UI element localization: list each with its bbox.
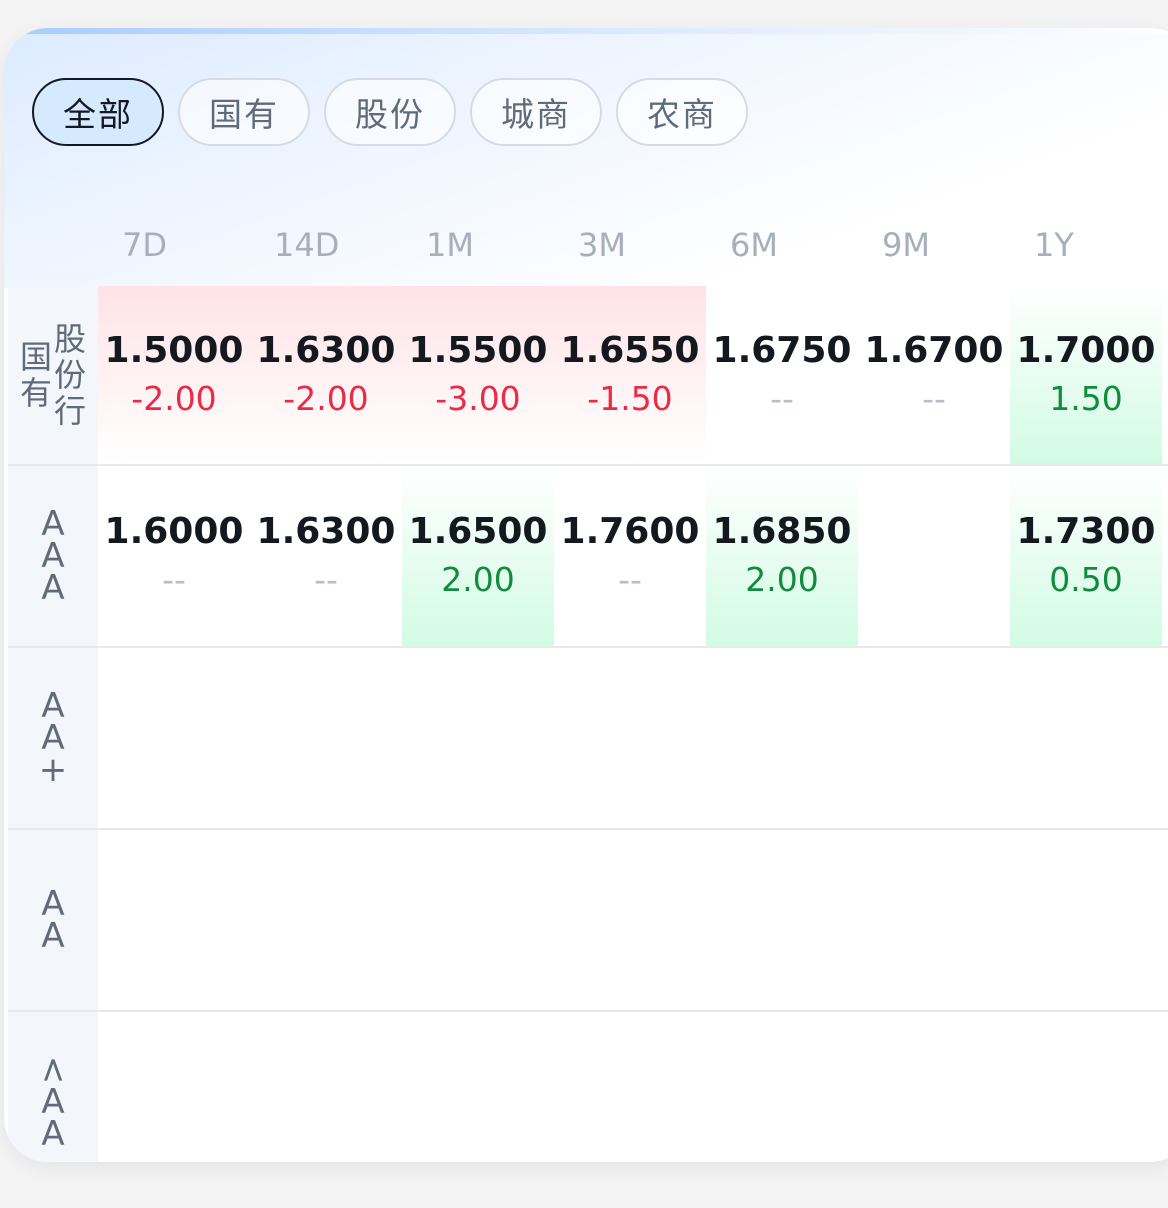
rate-card: 全部 国有 股份 城商 农商 7D 14D 1M 3M 6M 9M 1Y 国有股份行 1.5000 -2… xyxy=(4,28,1168,1162)
rate-cell[interactable]: 1.5000 -2.00 xyxy=(98,286,250,464)
row-label-char: 行 xyxy=(54,392,87,430)
rate-change: 0.50 xyxy=(1049,560,1123,599)
rate-cell[interactable] xyxy=(250,648,402,828)
rate-cell[interactable] xyxy=(98,648,250,828)
rate-cell[interactable] xyxy=(554,648,706,828)
rating-row: AA xyxy=(8,830,1168,1012)
row-label-left: 国有 xyxy=(20,339,52,411)
rate-change: -3.00 xyxy=(435,379,521,418)
rating-row: A A A 1.6000 -- 1.6300 -- 1.6500 2.00 1.7600 -- 1.6… xyxy=(8,466,1168,648)
row-label: 国有股份行 xyxy=(8,286,98,464)
rate-cell[interactable]: 1.6500 2.00 xyxy=(402,466,554,646)
rate-value: 1.6300 xyxy=(256,511,396,552)
rate-cell[interactable] xyxy=(98,830,250,1010)
rate-change: -2.00 xyxy=(131,379,217,418)
rate-cell[interactable] xyxy=(98,1012,250,1162)
rate-cell[interactable]: 1.6750 -- xyxy=(706,286,858,464)
rate-cell[interactable] xyxy=(1010,830,1162,1010)
rate-cell[interactable] xyxy=(858,466,1010,646)
row-label-char: 国 xyxy=(19,338,52,376)
row-label-char: A xyxy=(41,1114,65,1154)
rate-change: -- xyxy=(314,560,338,599)
rating-row: 国有股份行 1.5000 -2.00 1.6300 -2.00 1.5500 -3.00 1.… xyxy=(8,286,1168,466)
rate-value: 1.6750 xyxy=(712,330,852,371)
row-label-char: + xyxy=(38,750,68,790)
rate-cell[interactable]: 1.6550 -1.50 xyxy=(554,286,706,464)
rate-value: 1.5500 xyxy=(408,330,548,371)
rate-value: 1.6500 xyxy=(408,511,548,552)
rate-value: 1.6700 xyxy=(864,330,1004,371)
rate-cell[interactable]: 1.7300 0.50 xyxy=(1010,466,1162,646)
row-label-char: 股 xyxy=(54,320,87,358)
rate-cell[interactable] xyxy=(1010,648,1162,828)
row-label: < A A xyxy=(8,1012,98,1162)
rate-grid: 国有股份行 1.5000 -2.00 1.6300 -2.00 1.5500 -3.00 1.… xyxy=(8,258,1168,1162)
rate-cell[interactable] xyxy=(1010,1012,1162,1162)
rate-cell[interactable]: 1.6300 -2.00 xyxy=(250,286,402,464)
rate-change: -1.50 xyxy=(587,379,673,418)
row-label-char: 份 xyxy=(54,356,87,394)
rate-cell[interactable] xyxy=(858,1012,1010,1162)
rate-cell[interactable] xyxy=(250,1012,402,1162)
rate-change: -2.00 xyxy=(283,379,369,418)
row-label-char: 有 xyxy=(19,374,52,412)
rate-cell[interactable] xyxy=(706,648,858,828)
rate-change: 1.50 xyxy=(1049,379,1123,418)
row-label-right: 股份行 xyxy=(54,321,86,429)
rate-cell[interactable]: 1.6300 -- xyxy=(250,466,402,646)
rate-cell[interactable] xyxy=(706,1012,858,1162)
rate-cell[interactable]: 1.5500 -3.00 xyxy=(402,286,554,464)
rate-change: 2.00 xyxy=(441,560,515,599)
rate-cell[interactable] xyxy=(554,830,706,1010)
rate-change: 2.00 xyxy=(745,560,819,599)
row-label: A A + xyxy=(8,648,98,828)
rate-cell[interactable]: 1.6700 -- xyxy=(858,286,1010,464)
rate-value: 1.6300 xyxy=(256,330,396,371)
rate-cell[interactable]: 1.6850 2.00 xyxy=(706,466,858,646)
rate-change: -- xyxy=(162,560,186,599)
rate-value: 1.5000 xyxy=(104,330,244,371)
bank-type-tabs: 全部 国有 股份 城商 农商 xyxy=(32,78,748,146)
rate-value: 1.6550 xyxy=(560,330,700,371)
row-label-char: A xyxy=(41,568,65,608)
rate-cell[interactable] xyxy=(250,830,402,1010)
rate-value: 1.7600 xyxy=(560,511,700,552)
row-label-char: A xyxy=(41,916,65,956)
rate-cell[interactable] xyxy=(554,1012,706,1162)
tab-4[interactable]: 农商 xyxy=(616,78,748,146)
rate-cell[interactable]: 1.7600 -- xyxy=(554,466,706,646)
rate-cell[interactable] xyxy=(402,1012,554,1162)
tab-1[interactable]: 国有 xyxy=(178,78,310,146)
rate-cell[interactable] xyxy=(402,830,554,1010)
rate-value: 1.6850 xyxy=(712,511,852,552)
tab-2[interactable]: 股份 xyxy=(324,78,456,146)
tab-3[interactable]: 城商 xyxy=(470,78,602,146)
rating-row: A A + xyxy=(8,648,1168,830)
rate-change: -- xyxy=(770,379,794,418)
rate-change: -- xyxy=(922,379,946,418)
row-label: AA xyxy=(8,830,98,1010)
rate-cell[interactable]: 1.6000 -- xyxy=(98,466,250,646)
rate-value: 1.7000 xyxy=(1016,330,1156,371)
rating-row: < A A xyxy=(8,1012,1168,1162)
rate-value: 1.7300 xyxy=(1016,511,1156,552)
rate-change: -- xyxy=(618,560,642,599)
row-label-char: < xyxy=(33,1055,73,1085)
rate-cell[interactable] xyxy=(858,648,1010,828)
tab-0[interactable]: 全部 xyxy=(32,78,164,146)
rate-cell[interactable] xyxy=(706,830,858,1010)
card-edge xyxy=(4,28,1168,34)
rate-cell[interactable]: 1.7000 1.50 xyxy=(1010,286,1162,464)
rate-value: 1.6000 xyxy=(104,511,244,552)
rate-cell[interactable] xyxy=(402,648,554,828)
rate-cell[interactable] xyxy=(858,830,1010,1010)
row-label: AAA xyxy=(8,466,98,646)
